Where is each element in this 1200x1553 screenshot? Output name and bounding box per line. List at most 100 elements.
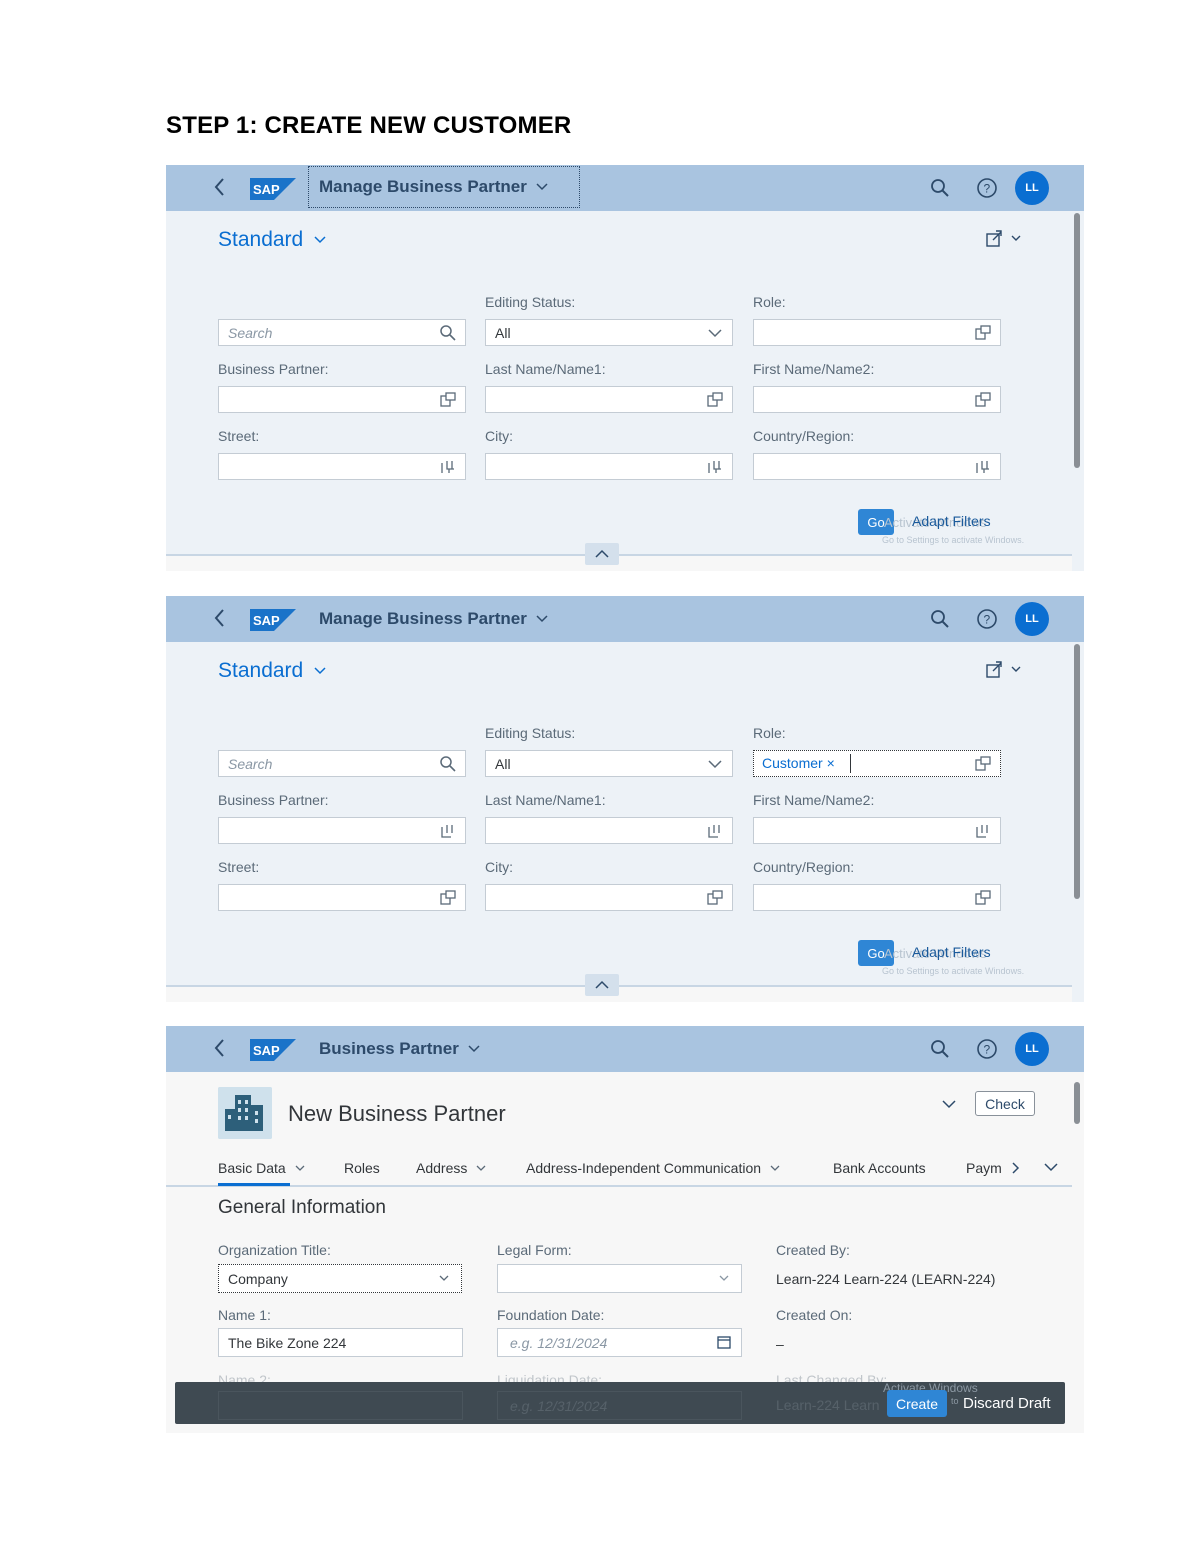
calendar-icon[interactable] (717, 1335, 731, 1349)
created-by-label: Created By: (776, 1242, 850, 1258)
search-input[interactable]: Search (218, 750, 466, 777)
chevron-down-icon[interactable] (940, 1096, 958, 1112)
legal-form-select[interactable] (497, 1264, 742, 1293)
editing-status-select[interactable]: All (485, 319, 733, 346)
tab-payment[interactable]: Paym (966, 1160, 1020, 1176)
variant-selector[interactable]: Standard (218, 228, 327, 252)
sap-logo[interactable]: SAP (250, 1039, 296, 1061)
back-icon[interactable] (210, 1036, 230, 1060)
chevron-down-icon[interactable] (1043, 1161, 1059, 1173)
search-icon[interactable] (439, 324, 457, 342)
tab-address-independent-communication[interactable]: Address-Independent Communication (526, 1160, 781, 1176)
avatar[interactable]: LL (1015, 171, 1049, 205)
business-partner-label: Business Partner: (218, 792, 329, 808)
sap-logo[interactable]: SAP (250, 609, 296, 631)
tab-roles[interactable]: Roles (344, 1160, 380, 1176)
text-cursor (850, 754, 851, 773)
country-input[interactable] (753, 453, 1001, 480)
role-label: Role: (753, 725, 786, 741)
page-band (166, 987, 1072, 1002)
chevron-down-icon (536, 615, 548, 623)
business-partner-input[interactable] (218, 817, 466, 844)
scrollbar[interactable] (1074, 644, 1080, 899)
value-help-icon[interactable] (439, 458, 457, 476)
value-help-icon[interactable] (974, 391, 992, 409)
name2-input[interactable] (218, 1391, 463, 1420)
tab-bank-accounts[interactable]: Bank Accounts (833, 1160, 926, 1176)
role-token-customer[interactable]: Customer × (762, 755, 835, 771)
tab-basic-data[interactable]: Basic Data (218, 1160, 306, 1176)
create-button[interactable]: Create (887, 1390, 947, 1417)
tab-label: Address (416, 1160, 468, 1176)
discard-draft-button[interactable]: Discard Draft (959, 1389, 1055, 1417)
value-help-icon[interactable] (974, 755, 992, 773)
chevron-right-icon[interactable] (1010, 1161, 1020, 1175)
help-icon[interactable]: ? (976, 177, 998, 199)
org-title-select[interactable]: Company (218, 1264, 462, 1293)
value-help-icon[interactable] (706, 458, 724, 476)
value-help-icon[interactable] (974, 458, 992, 476)
foundation-date-input[interactable]: e.g. 12/31/2024 (497, 1328, 742, 1357)
name1-input[interactable]: The Bike Zone 224 (218, 1328, 463, 1357)
back-icon[interactable] (210, 175, 230, 199)
search-icon[interactable] (439, 755, 457, 773)
street-input[interactable] (218, 453, 466, 480)
adapt-filters-link[interactable]: Adapt Filters (912, 944, 991, 960)
value-help-icon[interactable] (706, 391, 724, 409)
footer-toolbar: e.g. 12/31/2024 Learn-224 Learn Activate… (175, 1381, 1065, 1424)
tab-address[interactable]: Address (416, 1160, 487, 1176)
scrollbar[interactable] (1074, 213, 1080, 468)
value-help-icon[interactable] (974, 822, 992, 840)
help-icon[interactable]: ? (976, 1038, 998, 1060)
last-name-input[interactable] (485, 817, 733, 844)
country-input[interactable] (753, 884, 1001, 911)
avatar[interactable]: LL (1015, 602, 1049, 636)
tab-label: Paym (966, 1160, 1002, 1176)
adapt-filters-link[interactable]: Adapt Filters (912, 513, 991, 529)
scrollbar[interactable] (1074, 1082, 1080, 1124)
share-icon[interactable] (984, 659, 1028, 681)
street-input[interactable] (218, 884, 466, 911)
value-help-icon[interactable] (439, 889, 457, 907)
city-input[interactable] (485, 884, 733, 911)
app-title-menu[interactable]: Manage Business Partner (319, 609, 549, 629)
business-partner-input[interactable] (218, 386, 466, 413)
search-icon[interactable] (929, 608, 951, 630)
search-icon[interactable] (929, 1038, 951, 1060)
help-icon[interactable]: ? (976, 608, 998, 630)
city-input[interactable] (485, 453, 733, 480)
collapse-header-button[interactable] (585, 974, 619, 996)
street-label: Street: (218, 859, 260, 875)
created-by-value: Learn-224 Learn-224 (LEARN-224) (776, 1271, 996, 1287)
variant-selector[interactable]: Standard (218, 659, 327, 683)
editing-status-select[interactable]: All (485, 750, 733, 777)
liquidation-date-input[interactable]: e.g. 12/31/2024 (497, 1391, 742, 1420)
role-input[interactable]: Customer × (753, 750, 1001, 777)
share-icon[interactable] (984, 228, 1028, 250)
check-button[interactable]: Check (975, 1091, 1035, 1116)
back-icon[interactable] (210, 606, 230, 630)
search-placeholder: Search (228, 756, 273, 772)
sap-logo[interactable]: SAP (250, 178, 296, 200)
collapse-header-button[interactable] (585, 543, 619, 565)
value-help-icon[interactable] (706, 822, 724, 840)
role-input[interactable] (753, 319, 1001, 346)
value-help-icon[interactable] (974, 324, 992, 342)
first-name-input[interactable] (753, 817, 1001, 844)
app-title-menu[interactable]: Business Partner (319, 1039, 481, 1059)
chevron-down-icon (476, 1165, 486, 1171)
value-help-icon[interactable] (439, 391, 457, 409)
first-name-input[interactable] (753, 386, 1001, 413)
value-help-icon[interactable] (439, 822, 457, 840)
value-help-icon[interactable] (974, 889, 992, 907)
search-icon[interactable] (929, 177, 951, 199)
svg-text:?: ? (984, 182, 991, 196)
avatar[interactable]: LL (1015, 1032, 1049, 1066)
value-help-icon[interactable] (706, 889, 724, 907)
variant-label: Standard (218, 659, 304, 682)
search-input[interactable]: Search (218, 319, 466, 346)
name1-value: The Bike Zone 224 (228, 1335, 347, 1351)
last-name-input[interactable] (485, 386, 733, 413)
app-title-menu[interactable]: Manage Business Partner (308, 166, 580, 208)
windows-watermark-sub: Go to Settings to activate Windows. (882, 966, 1025, 976)
